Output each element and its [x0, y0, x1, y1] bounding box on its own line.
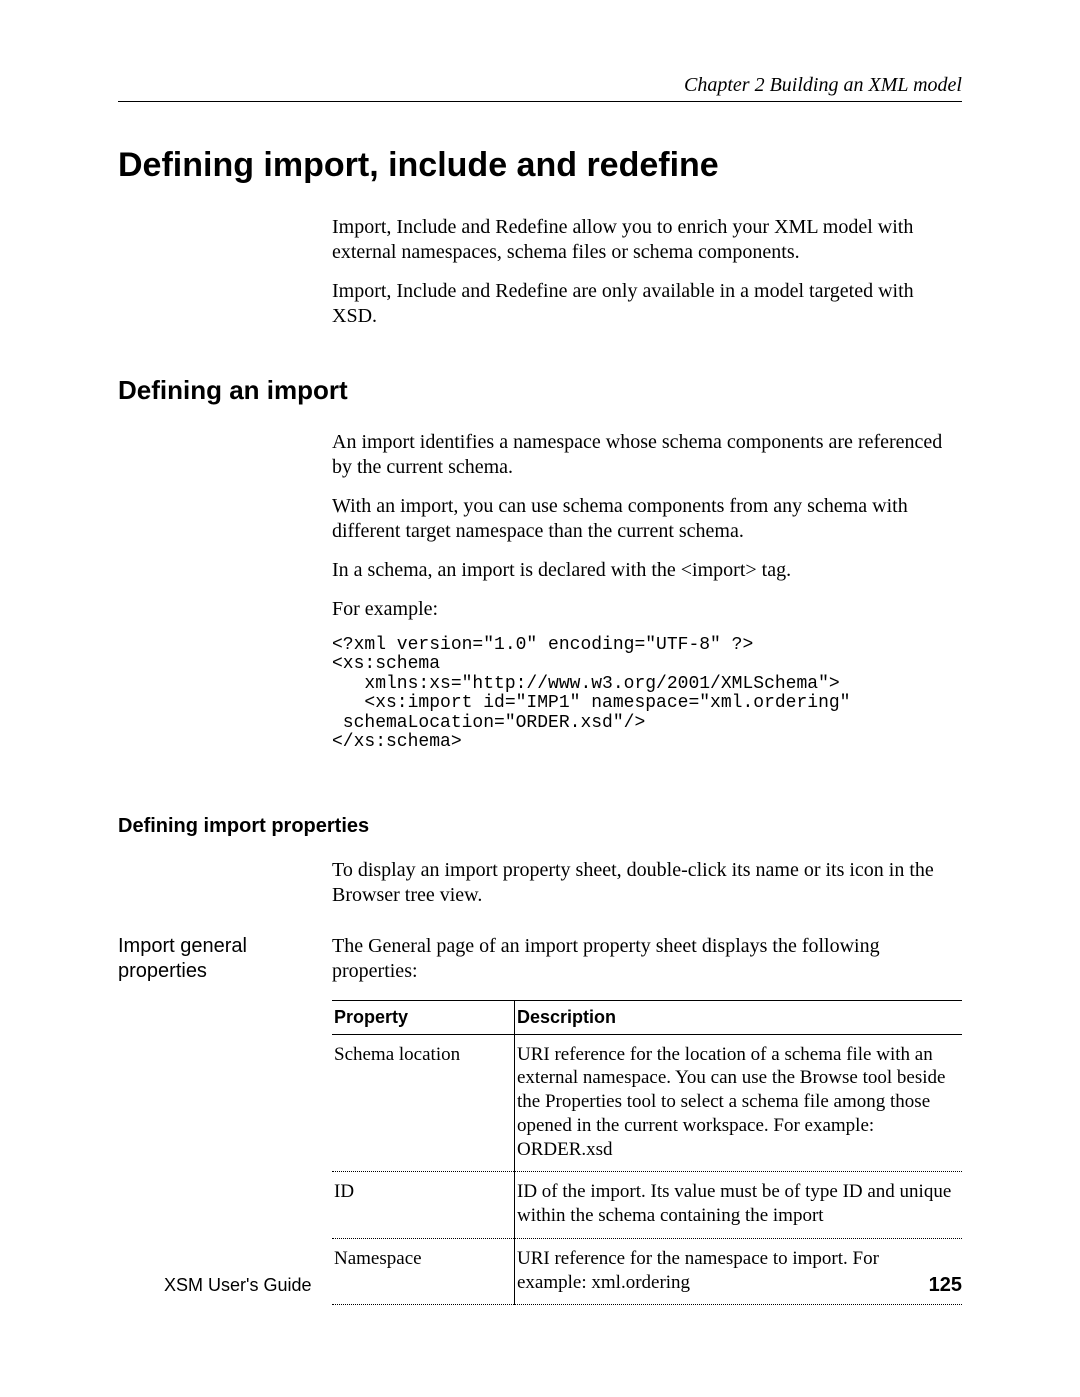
footer-guide-name: XSM User's Guide [164, 1275, 311, 1296]
section-p1: An import identifies a namespace whose s… [332, 430, 962, 480]
subsection-intro: To display an import property sheet, dou… [332, 858, 962, 908]
cell-property: ID [332, 1172, 515, 1239]
table-row: Schema location URI reference for the lo… [332, 1034, 962, 1172]
properties-table: Property Description Schema location URI… [332, 1000, 962, 1306]
section-p2: With an import, you can use schema compo… [332, 494, 962, 544]
section-body: An import identifies a namespace whose s… [332, 430, 962, 753]
chapter-header: Chapter 2 Building an XML model [118, 74, 962, 102]
page: Chapter 2 Building an XML model Defining… [0, 0, 1080, 1397]
cell-description: ID of the import. Its value must be of t… [515, 1172, 963, 1239]
page-footer: XSM User's Guide 125 [118, 1274, 962, 1297]
table-header-row: Property Description [332, 1000, 962, 1034]
code-example: <?xml version="1.0" encoding="UTF-8" ?> … [332, 636, 962, 753]
page-title: Defining import, include and redefine [118, 146, 962, 185]
subsection-p2: The General page of an import property s… [332, 934, 962, 984]
section-title: Defining an import [118, 375, 962, 406]
table-row: ID ID of the import. Its value must be o… [332, 1172, 962, 1239]
cell-property: Schema location [332, 1034, 515, 1172]
intro-block: Import, Include and Redefine allow you t… [332, 215, 962, 329]
footer-page-number: 125 [929, 1274, 962, 1297]
intro-p1: Import, Include and Redefine allow you t… [332, 215, 962, 265]
intro-p2: Import, Include and Redefine are only av… [332, 279, 962, 329]
section-p3: In a schema, an import is declared with … [332, 558, 962, 583]
cell-description: URI reference for the location of a sche… [515, 1034, 963, 1172]
general-properties-row: Import general properties The General pa… [118, 934, 962, 1306]
section-p4: For example: [332, 597, 962, 622]
th-description: Description [515, 1000, 963, 1034]
subsection-p1: To display an import property sheet, dou… [332, 858, 962, 908]
general-properties-body: The General page of an import property s… [332, 934, 962, 1306]
th-property: Property [332, 1000, 515, 1034]
subsection-title: Defining import properties [118, 815, 962, 838]
sidebar-label: Import general properties [118, 934, 332, 1306]
